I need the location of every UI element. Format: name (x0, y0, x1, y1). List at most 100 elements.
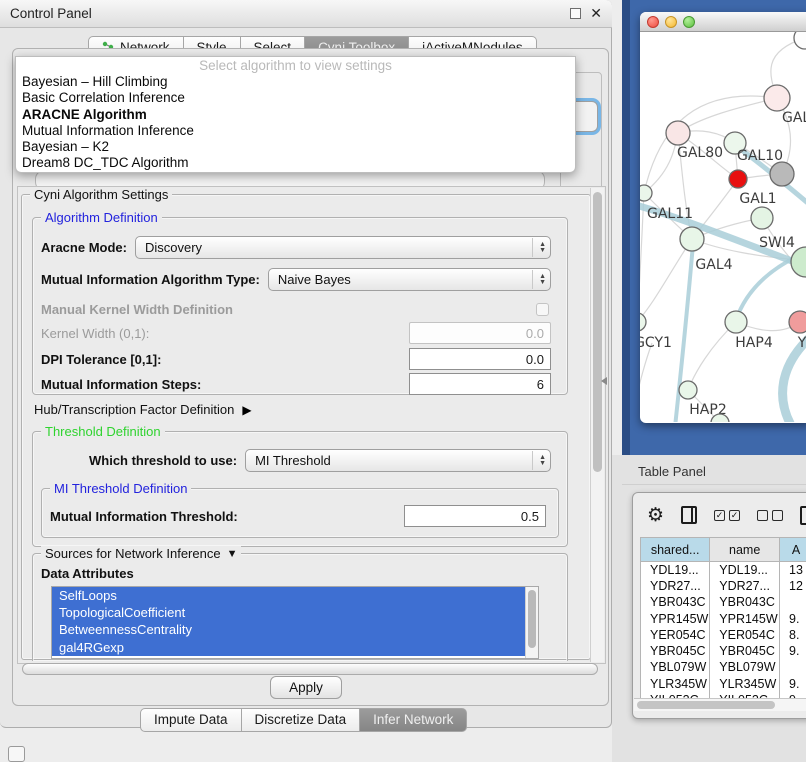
table-cell: YBR045C (710, 643, 780, 659)
page-icon[interactable] (800, 506, 806, 525)
table-row[interactable]: YLR345WYLR345W9. (641, 676, 806, 692)
table-cell: 8. (780, 627, 806, 643)
bottom-tabbar: Impute Data Discretize Data Infer Network (140, 708, 467, 732)
column-pane-icon[interactable] (681, 506, 697, 524)
which-threshold-label: Which threshold to use: (89, 453, 237, 468)
aracne-mode-combobox[interactable]: Discovery ▲▼ (135, 236, 551, 259)
minimized-panel-icon[interactable] (8, 746, 25, 762)
select-all-checkboxes-icon[interactable]: ✓✓ (714, 510, 740, 521)
sources-group: Sources for Network Inference ▼ Data Att… (32, 553, 568, 661)
table-horizontal-scrollbar[interactable] (634, 698, 806, 711)
zoom-traffic-light-icon[interactable] (683, 16, 695, 28)
table-row[interactable]: YDR27...YDR27...12 (641, 578, 806, 594)
close-icon[interactable]: ✕ (590, 8, 602, 19)
hub-definition-expander[interactable]: Hub/Transcription Factor Definition ▶ (34, 402, 252, 417)
table-cell: YDR27... (641, 578, 710, 594)
table-cell: YDL19... (641, 562, 710, 578)
attribute-item-gal4rgexp[interactable]: gal4RGexp (52, 639, 525, 656)
network-view-window: GALGAL80GAL10GAL1GAL11SWI4GAL4YGCY1HAP4H… (640, 12, 806, 423)
close-traffic-light-icon[interactable] (647, 16, 659, 28)
network-node-GAL1[interactable] (751, 207, 773, 229)
table-cell (780, 659, 806, 675)
algorithm-option-basic-correlation-inference[interactable]: Basic Correlation Inference (16, 90, 575, 106)
table-row[interactable]: YER054CYER054C8. (641, 627, 806, 643)
algorithm-definition-title: Algorithm Definition (41, 210, 162, 225)
network-node-label-GAL80: GAL80 (677, 145, 723, 161)
dpi-tolerance-label: DPI Tolerance [0,1]: (41, 352, 161, 367)
network-node-GAL80[interactable] (666, 121, 690, 145)
network-window-titlebar (640, 12, 806, 32)
settings-vertical-scrollbar[interactable] (590, 188, 604, 662)
table-cell: YBL079W (710, 659, 780, 675)
table-cell: YLR345W (710, 676, 780, 692)
tab-impute-data[interactable]: Impute Data (140, 708, 242, 732)
column-header-shared-[interactable]: shared... (641, 538, 710, 562)
cyni-algorithm-settings-group: Cyni Algorithm Settings Algorithm Defini… (21, 194, 591, 660)
tab-label: Discretize Data (255, 712, 347, 727)
combo-stepper-icon: ▲▼ (532, 238, 546, 257)
network-node-salmon[interactable] (789, 311, 806, 333)
table-cell: YER054C (710, 627, 780, 643)
kernel-width-input[interactable]: 0.0 (409, 322, 551, 344)
network-node-GAL4[interactable] (680, 227, 704, 251)
network-node-red-node[interactable] (729, 170, 747, 188)
network-node-left-small[interactable] (640, 185, 652, 201)
algorithm-option-mutual-information-inference[interactable]: Mutual Information Inference (16, 123, 575, 139)
apply-button[interactable]: Apply (270, 676, 342, 699)
network-node-gal-partial[interactable] (764, 85, 790, 111)
network-node-SWI4[interactable] (791, 247, 806, 277)
table-row[interactable]: YBR045CYBR045C9. (641, 643, 806, 659)
dpi-tolerance-input[interactable]: 0.0 (409, 348, 551, 370)
control-panel-title: Control Panel (10, 6, 92, 21)
network-node-HAP4[interactable] (725, 311, 747, 333)
table-cell (780, 594, 806, 610)
panel-splitter-arrow-icon[interactable] (601, 377, 607, 385)
kernel-width-label: Kernel Width (0,1): (41, 326, 149, 341)
float-window-icon[interactable] (570, 8, 581, 19)
mi-steps-input[interactable]: 6 (409, 373, 551, 395)
settings-horizontal-scrollbar[interactable] (22, 663, 598, 675)
list-vertical-scrollbar[interactable] (525, 587, 538, 658)
algorithm-option-aracne-algorithm[interactable]: ARACNE Algorithm (16, 107, 575, 123)
table-cell: YPR145W (710, 610, 780, 626)
mi-threshold-input[interactable]: 0.5 (404, 505, 546, 527)
column-header-name[interactable]: name (710, 538, 780, 562)
table-row[interactable]: YPR145WYPR145W9. (641, 610, 806, 626)
tab-discretize-data[interactable]: Discretize Data (242, 708, 361, 732)
network-node-gray-node[interactable] (770, 162, 794, 186)
algorithm-option-dream8-dc-tdc-algorithm[interactable]: Dream8 DC_TDC Algorithm (16, 155, 575, 171)
which-threshold-combobox[interactable]: MI Threshold ▲▼ (245, 449, 551, 472)
deselect-all-checkboxes-icon[interactable] (757, 510, 783, 521)
manual-kernel-checkbox[interactable] (536, 303, 549, 316)
table-row[interactable]: YBR043CYBR043C (641, 594, 806, 610)
column-header-a[interactable]: A (780, 538, 806, 562)
table-cell: YBR043C (710, 594, 780, 610)
network-node-top-right[interactable] (794, 32, 806, 49)
network-edge (736, 256, 798, 320)
popup-placeholder: Select algorithm to view settings (16, 58, 575, 74)
algorithm-option-bayesian-hill-climbing[interactable]: Bayesian – Hill Climbing (16, 74, 575, 90)
attribute-item-betweennesscentrality[interactable]: BetweennessCentrality (52, 621, 525, 638)
algorithm-option-bayesian-k2[interactable]: Bayesian – K2 (16, 139, 575, 155)
minimize-traffic-light-icon[interactable] (665, 16, 677, 28)
table-cell: 9. (780, 643, 806, 659)
mi-steps-label: Mutual Information Steps: (41, 377, 201, 392)
mi-threshold-group-title: MI Threshold Definition (50, 481, 191, 496)
mi-threshold-label: Mutual Information Threshold: (50, 509, 238, 524)
gear-icon[interactable]: ⚙ (647, 506, 664, 525)
network-node-HAP2[interactable] (679, 381, 697, 399)
network-canvas[interactable]: GALGAL80GAL10GAL1GAL11SWI4GAL4YGCY1HAP4H… (640, 32, 806, 422)
mi-type-combobox[interactable]: Naive Bayes ▲▼ (268, 268, 551, 291)
tab-label: Impute Data (154, 712, 228, 727)
mi-type-value: Naive Bayes (278, 272, 351, 287)
table-row[interactable]: YDL19...YDL19...13 (641, 562, 806, 578)
attribute-item-topologicalcoefficient[interactable]: TopologicalCoefficient (52, 604, 525, 621)
app-root: { "control_panel": { "title": "Control P… (0, 0, 806, 762)
sources-group-title-row[interactable]: Sources for Network Inference ▼ (41, 546, 241, 561)
attribute-item-selfloops[interactable]: SelfLoops (52, 587, 525, 604)
tab-infer-network[interactable]: Infer Network (360, 708, 467, 732)
network-node-label-HAP4: HAP4 (735, 335, 773, 351)
table-row[interactable]: YBL079WYBL079W (641, 659, 806, 675)
hub-definition-label: Hub/Transcription Factor Definition (34, 402, 234, 417)
network-node-GCY1-node[interactable] (640, 313, 646, 331)
